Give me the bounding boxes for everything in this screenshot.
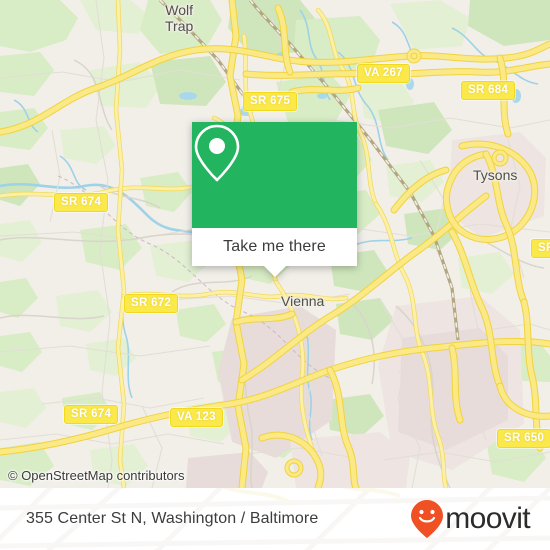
road-shield-sr-684[interactable]: SR 684 xyxy=(461,81,516,100)
card-action-area[interactable]: Take me there xyxy=(192,228,357,277)
location-info-card[interactable]: Take me there xyxy=(192,122,357,277)
road-shield-sr-right-clipped[interactable]: SR xyxy=(531,239,550,258)
road-shield-va-267[interactable]: VA 267 xyxy=(357,64,410,83)
footer-address-text: 355 Center St N, Washington / Baltimore xyxy=(26,510,319,527)
card-pointer-tail xyxy=(263,266,286,277)
map-canvas[interactable]: .park { fill:#d8ecc5; } .park2 { fill:#e… xyxy=(0,0,550,488)
road-shield-sr-672[interactable]: SR 672 xyxy=(124,294,179,313)
place-label-wolf-trap-line1: Wolf xyxy=(165,2,194,18)
road-shield-sr-650[interactable]: SR 650 xyxy=(497,429,550,448)
road-shield-sr-674-north[interactable]: SR 674 xyxy=(54,193,109,212)
map-attribution[interactable]: © OpenStreetMap contributors xyxy=(8,468,185,483)
road-shield-sr-674-south[interactable]: SR 674 xyxy=(64,405,119,424)
place-label-wolf-trap: Wolf Trap xyxy=(165,2,193,34)
moovit-pin-smiley-icon xyxy=(411,500,444,538)
road-shield-sr-675[interactable]: SR 675 xyxy=(243,92,298,111)
footer-bar: 355 Center St N, Washington / Baltimore … xyxy=(0,488,550,550)
moovit-wordmark: moovit xyxy=(445,502,530,535)
road-shield-va-123[interactable]: VA 123 xyxy=(170,408,223,427)
place-label-vienna: Vienna xyxy=(281,293,325,309)
location-pin-icon xyxy=(194,124,240,182)
place-label-tysons: Tysons xyxy=(473,167,518,183)
card-pin-area xyxy=(192,122,357,228)
moovit-logo[interactable]: moovit xyxy=(410,499,531,539)
place-label-wolf-trap-line2: Trap xyxy=(165,18,194,34)
take-me-there-label: Take me there xyxy=(223,238,326,255)
